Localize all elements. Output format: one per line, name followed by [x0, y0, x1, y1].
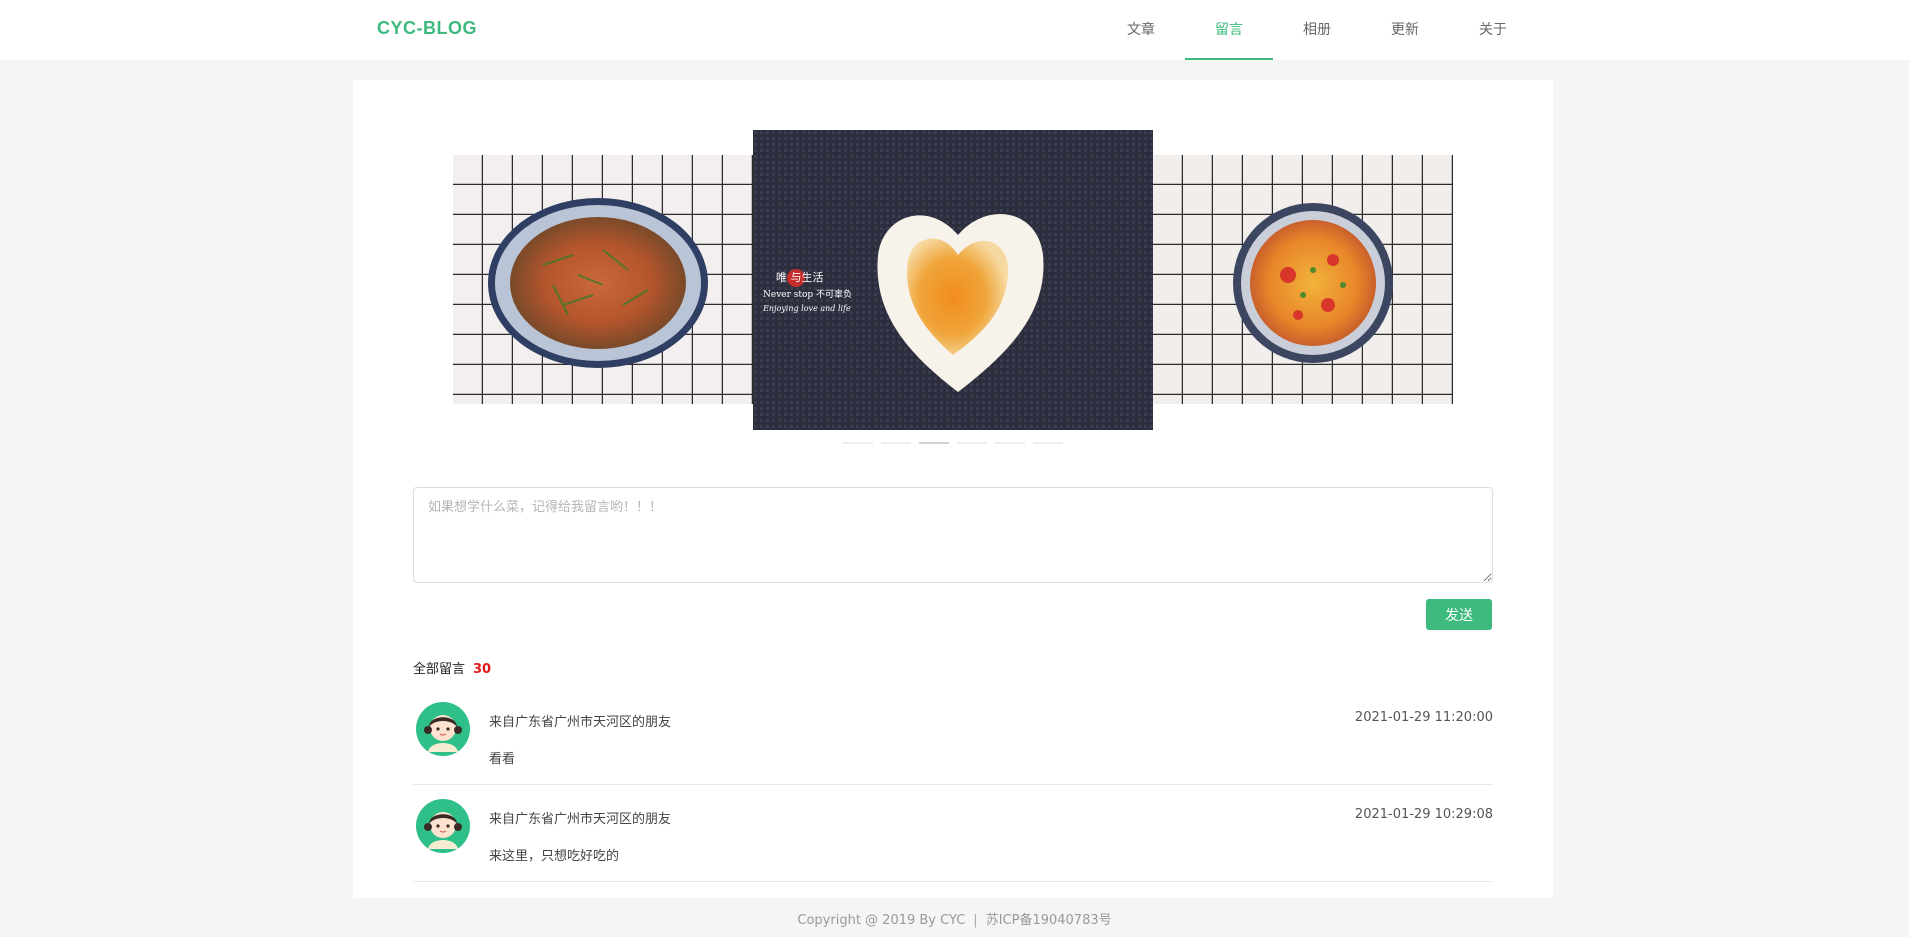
all-messages-label: 全部留言 — [413, 662, 466, 677]
nav-item-about[interactable]: 关于 — [1449, 0, 1537, 60]
carousel-dot[interactable] — [1033, 442, 1063, 444]
carousel-dot[interactable] — [957, 442, 987, 444]
carousel-slide-tomato-soup[interactable] — [1153, 155, 1453, 404]
caption-line-3: Enjoying love and life — [762, 304, 851, 313]
site-logo[interactable]: CYC-BLOG — [377, 18, 477, 39]
carousel-slide-shrimp[interactable] — [453, 155, 753, 404]
caption-line-1: 唯 与生活 — [776, 270, 824, 284]
comment-author: 来自广东省广州市天河区的朋友 — [489, 715, 672, 730]
comment-author: 来自广东省广州市天河区的朋友 — [489, 812, 672, 827]
nav-item-messages[interactable]: 留言 — [1185, 0, 1273, 60]
comment-item: 来自广东省广州市天河区的朋友 2021-01-29 10:29:08 来这里，只… — [413, 785, 1493, 882]
comment-list: 来自广东省广州市天河区的朋友 2021-01-29 11:20:00 看看 来自… — [413, 688, 1493, 882]
footer-copyright: Copyright @ 2019 By CYC — [797, 913, 966, 928]
message-count: 30 — [473, 662, 492, 677]
comment-time: 2021-01-29 11:20:00 — [1354, 710, 1493, 725]
carousel-indicators — [843, 442, 1063, 444]
main-card: 唯 与生活 Never stop 不可辜负 Enjoying love and … — [353, 80, 1553, 898]
comment-text: 看看 — [489, 752, 516, 767]
comment-text: 来这里，只想吃好吃的 — [489, 849, 620, 864]
nav-item-album[interactable]: 相册 — [1273, 0, 1361, 60]
carousel-dot[interactable] — [881, 442, 911, 444]
carousel-dot[interactable] — [843, 442, 873, 444]
footer-icp-link[interactable]: 苏ICP备19040783号 — [986, 913, 1112, 928]
carousel-dot[interactable] — [995, 442, 1025, 444]
nav-item-articles[interactable]: 文章 — [1097, 0, 1185, 60]
shrimp-dish-image — [453, 155, 753, 404]
avatar — [416, 799, 470, 853]
comment-time: 2021-01-29 10:29:08 — [1354, 807, 1493, 822]
message-textarea[interactable] — [413, 487, 1493, 583]
top-navbar: CYC-BLOG 文章 留言 相册 更新 关于 — [0, 0, 1909, 60]
send-button[interactable]: 发送 — [1426, 599, 1492, 630]
main-nav: 文章 留言 相册 更新 关于 — [1097, 0, 1537, 60]
tomato-egg-soup-image — [1153, 155, 1453, 404]
nav-item-updates[interactable]: 更新 — [1361, 0, 1449, 60]
caption-line-2: Never stop 不可辜负 — [763, 288, 852, 300]
all-messages-header: 全部留言 30 — [413, 658, 491, 677]
comment-item: 来自广东省广州市天河区的朋友 2021-01-29 11:20:00 看看 — [413, 688, 1493, 785]
heart-fried-egg-image: 唯 与生活 Never stop 不可辜负 Enjoying love and … — [753, 130, 1153, 430]
image-carousel: 唯 与生活 Never stop 不可辜负 Enjoying love and … — [353, 80, 1553, 460]
page-footer: Copyright @ 2019 By CYC | 苏ICP备19040783号 — [0, 909, 1909, 928]
carousel-slide-heart-egg[interactable]: 唯 与生活 Never stop 不可辜负 Enjoying love and … — [753, 130, 1153, 430]
footer-separator: | — [973, 913, 978, 928]
carousel-dot-active[interactable] — [919, 442, 949, 444]
avatar — [416, 702, 470, 756]
